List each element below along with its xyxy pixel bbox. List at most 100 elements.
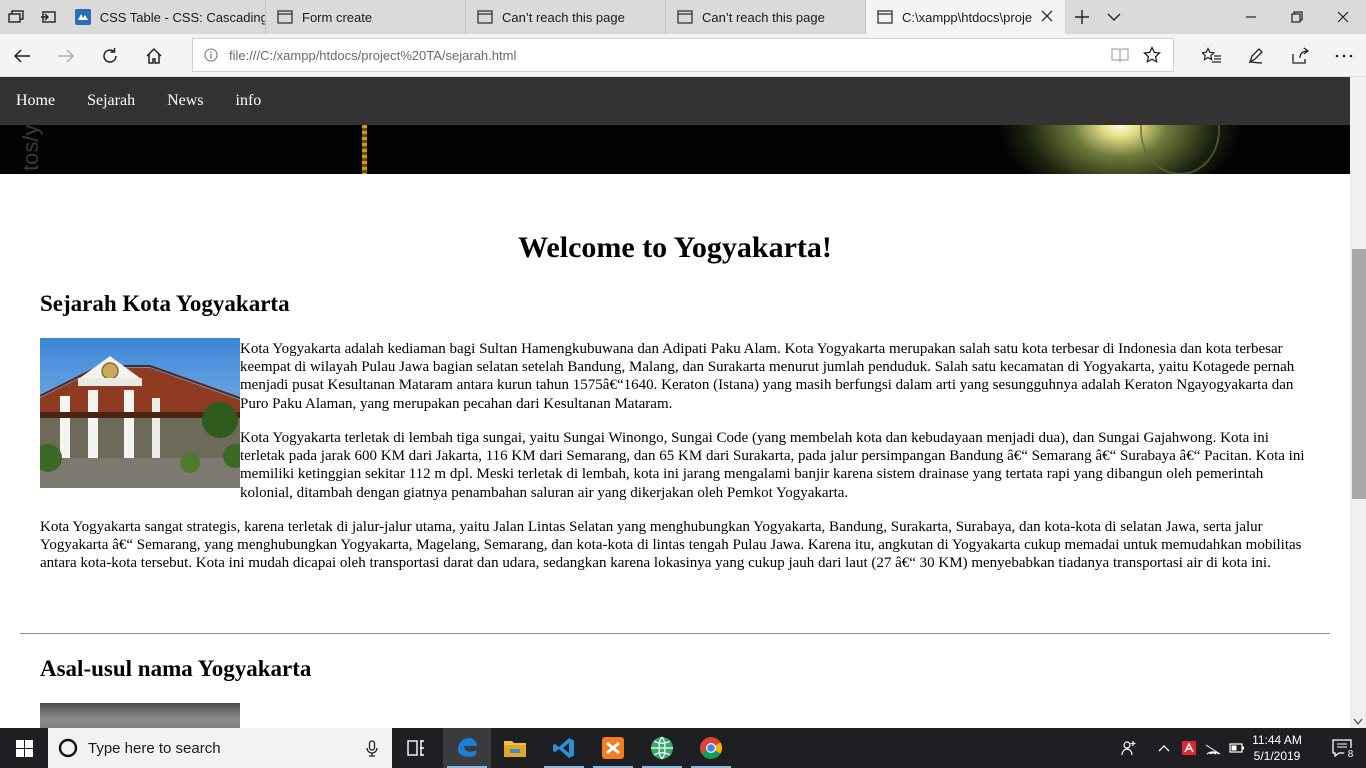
xampp-icon bbox=[602, 737, 624, 759]
paragraph-1: Kota Yogyakarta adalah kediaman bagi Sul… bbox=[240, 341, 1295, 412]
search-placeholder: Type here to search bbox=[88, 739, 221, 757]
page-icon bbox=[276, 8, 294, 26]
tray-overflow-button[interactable] bbox=[1154, 728, 1174, 768]
minimize-icon bbox=[1246, 16, 1256, 18]
favorites-button[interactable] bbox=[1190, 34, 1234, 77]
close-icon bbox=[1337, 11, 1349, 23]
tab-cant-reach-1[interactable]: Can’t reach this page bbox=[466, 0, 666, 34]
pen-icon bbox=[1248, 47, 1263, 64]
clock-time: 11:44 AM bbox=[1252, 733, 1302, 747]
scrollbar-thumb[interactable] bbox=[1352, 249, 1366, 499]
close-window-button[interactable] bbox=[1320, 0, 1366, 34]
notification-count-badge: 8 bbox=[1344, 748, 1357, 761]
microphone-icon[interactable] bbox=[366, 740, 378, 757]
scroll-down-arrow-icon[interactable] bbox=[1353, 718, 1363, 726]
nav-link-info[interactable]: info bbox=[220, 77, 278, 125]
edge-icon bbox=[458, 738, 477, 757]
header-banner-image: tos/y bbox=[0, 125, 1350, 174]
url-text[interactable]: file:///C:/xampp/htdocs/project%20TA/sej… bbox=[229, 48, 516, 63]
tab-css-table[interactable]: CSS Table - CSS: Cascading bbox=[64, 0, 266, 34]
action-center-button[interactable]: 8 bbox=[1318, 728, 1366, 768]
tab-form-create[interactable]: Form create bbox=[266, 0, 466, 34]
back-arrow-icon bbox=[13, 48, 30, 63]
share-button[interactable] bbox=[1278, 34, 1322, 77]
tray-antivirus[interactable] bbox=[1178, 728, 1200, 768]
tabs-aside-button[interactable] bbox=[0, 0, 32, 34]
page-title: Welcome to Yogyakarta! bbox=[518, 231, 832, 264]
share-icon bbox=[1292, 46, 1309, 64]
taskbar-chrome[interactable] bbox=[687, 728, 735, 768]
taskbar-file-explorer[interactable] bbox=[491, 728, 539, 768]
taskbar-network-app[interactable] bbox=[638, 728, 686, 768]
tab-cant-reach-2[interactable]: Can’t reach this page bbox=[666, 0, 866, 34]
browser-toolbar: file:///C:/xampp/htdocs/project%20TA/sej… bbox=[0, 34, 1366, 77]
tray-battery[interactable] bbox=[1226, 728, 1248, 768]
antivirus-shield-icon bbox=[1182, 741, 1196, 755]
tab-sejarah-active[interactable]: C:\xampp\htdocs\proje bbox=[866, 0, 1066, 34]
address-bar[interactable]: file:///C:/xampp/htdocs/project%20TA/sej… bbox=[192, 38, 1174, 72]
chrome-icon bbox=[700, 737, 722, 759]
paragraph-2: Kota Yogyakarta terletak di lembah tiga … bbox=[240, 430, 1305, 501]
tab-title: Form create bbox=[302, 9, 373, 25]
chevron-down-icon bbox=[1107, 13, 1121, 21]
vscode-icon bbox=[553, 738, 574, 758]
restore-icon bbox=[1291, 11, 1303, 23]
home-button[interactable] bbox=[132, 34, 176, 77]
keraton-photo bbox=[40, 338, 240, 488]
banner-rope bbox=[362, 125, 367, 174]
search-circle-icon bbox=[58, 738, 78, 758]
taskbar-vscode[interactable] bbox=[540, 728, 588, 768]
browser-tab-strip: CSS Table - CSS: Cascading Form create C… bbox=[0, 0, 1366, 34]
nav-link-sejarah[interactable]: Sejarah bbox=[71, 77, 151, 125]
taskbar-xampp[interactable] bbox=[589, 728, 637, 768]
asal-usul-photo bbox=[40, 703, 240, 728]
taskbar-search-box[interactable]: Type here to search bbox=[48, 728, 392, 768]
forward-button[interactable] bbox=[44, 34, 88, 77]
nav-link-news[interactable]: News bbox=[151, 77, 219, 125]
site-nav-bar: Home Sejarah News info bbox=[0, 77, 1350, 125]
plus-icon bbox=[1075, 10, 1089, 24]
nav-link-home[interactable]: Home bbox=[0, 77, 71, 125]
favorite-star-icon[interactable] bbox=[1143, 45, 1161, 68]
reading-view-icon[interactable] bbox=[1111, 47, 1129, 67]
battery-icon bbox=[1229, 743, 1244, 753]
new-tab-button[interactable] bbox=[1066, 0, 1098, 34]
tab-preview-icon bbox=[41, 11, 56, 23]
start-button[interactable] bbox=[0, 728, 48, 768]
minimize-button[interactable] bbox=[1228, 0, 1274, 34]
tab-title: C:\xampp\htdocs\proje bbox=[902, 9, 1033, 25]
folder-icon bbox=[504, 741, 526, 757]
banner-watermark: tos/y bbox=[18, 125, 43, 171]
home-icon bbox=[146, 47, 162, 64]
clock-date: 5/1/2019 bbox=[1253, 749, 1301, 763]
tray-people-button[interactable] bbox=[1116, 728, 1142, 768]
mdn-icon bbox=[74, 8, 92, 26]
tab-list-button[interactable] bbox=[1098, 0, 1130, 34]
tabs-aside-icon bbox=[8, 10, 24, 23]
page-scrollbar[interactable] bbox=[1350, 77, 1366, 728]
favorites-list-icon bbox=[1202, 46, 1221, 63]
page-viewport: Home Sejarah News info tos/y Welcome to … bbox=[0, 77, 1366, 728]
tray-network[interactable] bbox=[1202, 728, 1224, 768]
section-heading-asal-usul: Asal-usul nama Yogyakarta bbox=[40, 656, 312, 681]
paragraph-3: Kota Yogyakarta sangat strategis, karena… bbox=[40, 519, 1302, 572]
wifi-icon bbox=[1205, 744, 1221, 755]
back-button[interactable] bbox=[0, 34, 44, 77]
taskbar-clock[interactable]: 11:44 AM 5/1/2019 bbox=[1246, 732, 1308, 764]
windows-logo-icon bbox=[15, 739, 33, 757]
task-view-icon bbox=[407, 740, 424, 756]
close-tab-icon[interactable] bbox=[1039, 8, 1055, 24]
windows-taskbar: Type here to search 11:44 AM 5/1/2019 8 bbox=[0, 728, 1366, 768]
taskbar-edge[interactable] bbox=[443, 728, 491, 768]
settings-more-button[interactable] bbox=[1322, 34, 1366, 77]
page-icon bbox=[476, 8, 494, 26]
web-note-button[interactable] bbox=[1234, 34, 1278, 77]
refresh-button[interactable] bbox=[88, 34, 132, 77]
info-icon[interactable] bbox=[193, 48, 229, 62]
tab-preview-button[interactable] bbox=[32, 0, 64, 34]
refresh-icon bbox=[103, 47, 117, 63]
people-icon bbox=[1121, 741, 1136, 756]
task-view-button[interactable] bbox=[392, 728, 440, 768]
section-divider bbox=[20, 633, 1330, 634]
restore-button[interactable] bbox=[1274, 0, 1320, 34]
